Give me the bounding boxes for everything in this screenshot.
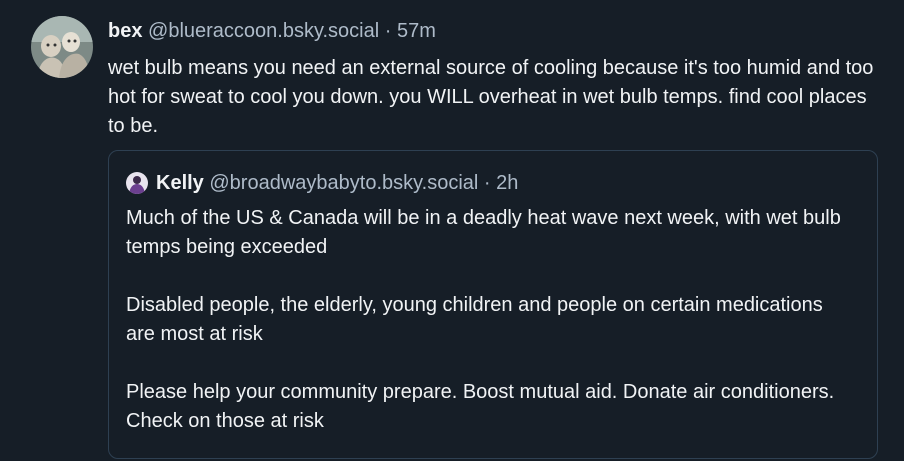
avatar-image [31, 16, 93, 78]
quote-author-handle[interactable]: @broadwaybabyto.bsky.social [209, 169, 478, 197]
quote-paragraph: Much of the US & Canada will be in a dea… [126, 207, 841, 258]
quoted-post[interactable]: Kelly @broadwaybabyto.bsky.social · 2h M… [108, 150, 878, 459]
quote-header: Kelly @broadwaybabyto.bsky.social · 2h [126, 169, 518, 197]
post[interactable]: bex @blueraccoon.bsky.social · 57m wet b… [0, 0, 904, 461]
post-header: bex @blueraccoon.bsky.social · 57m [108, 17, 436, 45]
quote-author-name[interactable]: Kelly [156, 169, 204, 197]
quote-avatar-image [126, 172, 148, 194]
quote-text: Much of the US & Canada will be in a dea… [126, 204, 856, 436]
quote-author-avatar[interactable] [126, 172, 148, 194]
author-avatar[interactable] [31, 16, 93, 78]
quote-time[interactable]: 2h [496, 169, 518, 197]
quote-paragraph: Disabled people, the elderly, young chil… [126, 294, 823, 345]
author-name[interactable]: bex [108, 20, 142, 42]
post-time[interactable]: 57m [397, 20, 436, 42]
quote-paragraph: Please help your community prepare. Boos… [126, 381, 835, 432]
header-separator: · [384, 20, 392, 42]
author-handle[interactable]: @blueraccoon.bsky.social [148, 20, 379, 42]
quote-header-separator: · [483, 172, 491, 194]
post-text: wet bulb means you need an external sour… [108, 57, 874, 137]
